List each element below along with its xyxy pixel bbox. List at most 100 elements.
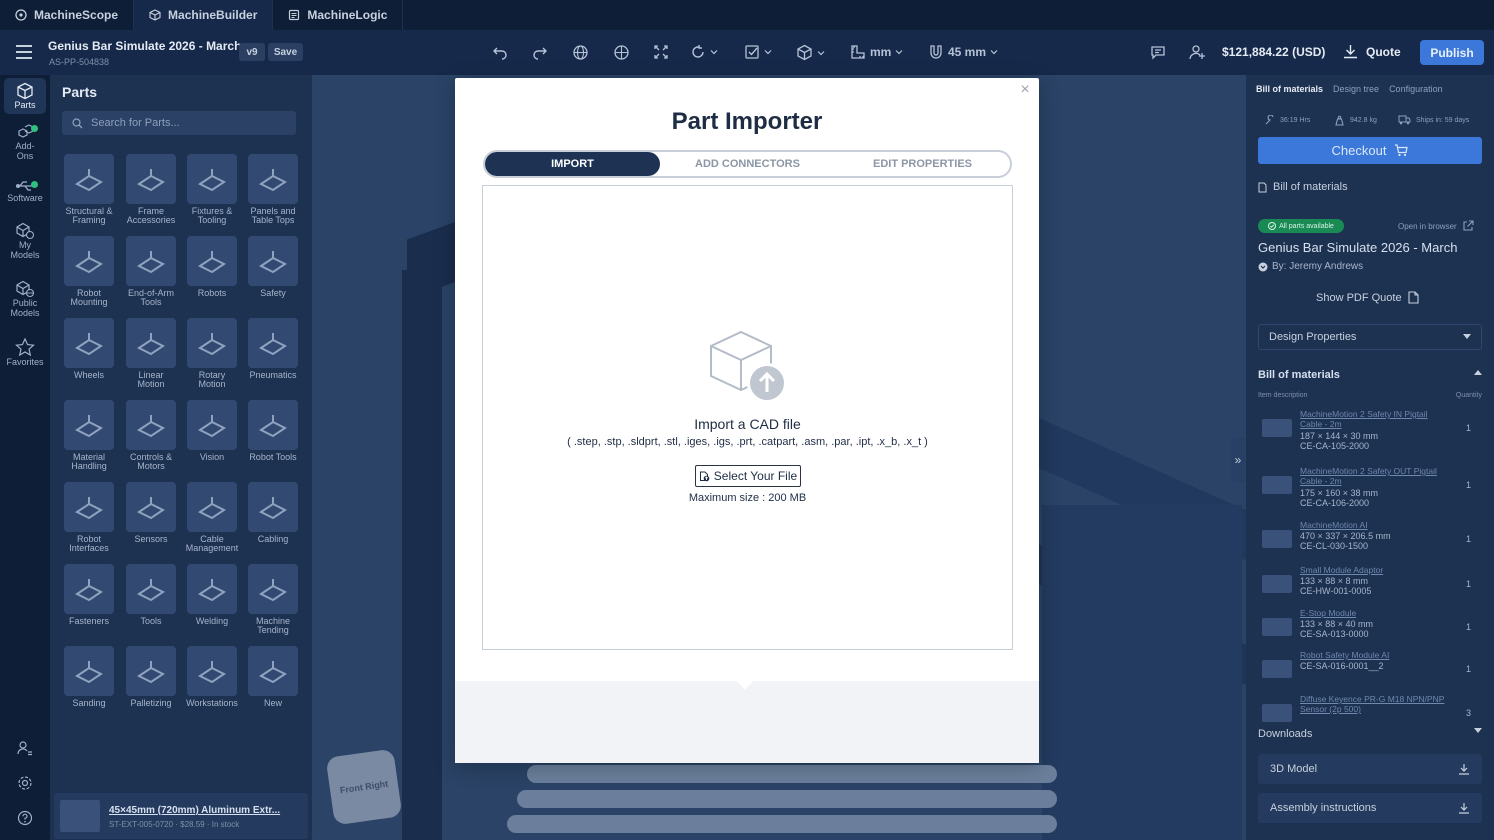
category-tile[interactable]: End-of-Arm Tools bbox=[123, 236, 179, 307]
category-tile[interactable]: Frame Accessories bbox=[123, 154, 179, 225]
download-3d-model-button[interactable]: 3D Model bbox=[1258, 754, 1482, 784]
tab-machinescope[interactable]: MachineScope bbox=[0, 0, 135, 30]
undo-icon[interactable] bbox=[492, 44, 508, 60]
pan-icon[interactable] bbox=[613, 44, 630, 61]
bom-item-code: CE-CA-105-2000 bbox=[1300, 441, 1370, 451]
select-tool-dropdown[interactable] bbox=[744, 44, 772, 60]
quote-button[interactable]: Quote bbox=[1343, 44, 1401, 59]
bom-item-name[interactable]: Small Module Adaptor bbox=[1300, 565, 1450, 575]
category-label: Robot Mounting bbox=[70, 288, 108, 307]
design-title[interactable]: Genius Bar Simulate 2026 - March bbox=[48, 39, 241, 53]
category-tile[interactable]: Fixtures & Tooling bbox=[184, 154, 240, 225]
category-tile[interactable]: Vision bbox=[184, 400, 240, 462]
settings-gear-icon[interactable] bbox=[4, 775, 46, 795]
show-pdf-quote-button[interactable]: Show PDF Quote bbox=[1316, 291, 1419, 304]
category-tile[interactable]: Robot Mounting bbox=[61, 236, 117, 307]
recent-part-card[interactable]: 45×45mm (720mm) Aluminum Extr... ST-EXT-… bbox=[54, 793, 308, 839]
tab-add-connectors[interactable]: ADD CONNECTORS bbox=[660, 152, 835, 176]
bom-link[interactable]: Bill of materials bbox=[1258, 181, 1348, 193]
category-tile[interactable]: Robot Interfaces bbox=[61, 482, 117, 553]
category-thumbnail bbox=[248, 318, 298, 368]
category-tile[interactable]: Tools bbox=[123, 564, 179, 626]
tab-bill-of-materials[interactable]: Bill of materials bbox=[1256, 84, 1323, 94]
weight-stat: 942.8 kg bbox=[1334, 115, 1377, 126]
tab-design-tree[interactable]: Design tree bbox=[1333, 84, 1379, 94]
category-tile[interactable]: Machine Tending bbox=[245, 564, 301, 635]
rail-item-public-models[interactable]: Public Models bbox=[4, 280, 46, 324]
category-tile[interactable]: New bbox=[245, 646, 301, 708]
bom-item-name[interactable]: Robot Safety Module AI bbox=[1300, 650, 1450, 660]
category-tile[interactable]: Robots bbox=[184, 236, 240, 298]
category-label: Vision bbox=[199, 452, 225, 462]
select-file-button[interactable]: Select Your File bbox=[695, 465, 801, 487]
category-tile[interactable]: Welding bbox=[184, 564, 240, 626]
rail-item-parts[interactable]: Parts bbox=[4, 78, 46, 114]
tab-machinelogic[interactable]: MachineLogic bbox=[273, 0, 404, 30]
category-tile[interactable]: Sensors bbox=[123, 482, 179, 544]
category-tile[interactable]: Controls & Motors bbox=[123, 400, 179, 471]
tab-machinebuilder[interactable]: MachineBuilder bbox=[134, 0, 274, 30]
comment-icon[interactable] bbox=[1150, 44, 1166, 60]
download-assembly-button[interactable]: Assembly instructions bbox=[1258, 793, 1482, 823]
category-tile[interactable]: Rotary Motion bbox=[184, 318, 240, 389]
file-drop-zone[interactable]: Import a CAD file ( .step, .stp, .sldprt… bbox=[482, 185, 1013, 650]
tab-label: MachineBuilder bbox=[168, 8, 258, 22]
rail-item-favorites[interactable]: Favorites bbox=[4, 338, 46, 372]
rotate-tool-dropdown[interactable] bbox=[690, 44, 718, 60]
rail-item-my-models[interactable]: My Models bbox=[4, 222, 46, 266]
downloads-header[interactable]: Downloads bbox=[1258, 728, 1482, 740]
category-tile[interactable]: Palletizing bbox=[123, 646, 179, 708]
document-icon bbox=[1258, 182, 1267, 193]
parts-search[interactable] bbox=[62, 111, 296, 135]
category-tile[interactable]: Structural & Framing bbox=[61, 154, 117, 225]
close-icon[interactable]: × bbox=[1017, 82, 1033, 98]
fit-view-icon[interactable] bbox=[653, 44, 669, 60]
category-tile[interactable]: Fasteners bbox=[61, 564, 117, 626]
category-tile[interactable]: Cable Management bbox=[184, 482, 240, 553]
version-badge[interactable]: v9 bbox=[239, 43, 265, 61]
category-thumbnail bbox=[126, 236, 176, 286]
menu-icon[interactable] bbox=[16, 45, 32, 59]
tab-edit-properties[interactable]: EDIT PROPERTIES bbox=[835, 152, 1010, 176]
recent-part-name[interactable]: 45×45mm (720mm) Aluminum Extr... bbox=[109, 805, 280, 816]
parts-icon bbox=[16, 82, 34, 100]
bom-item-name[interactable]: MachineMotion AI bbox=[1300, 520, 1450, 530]
open-in-browser-link[interactable]: Open in browser bbox=[1398, 220, 1474, 232]
category-tile[interactable]: Panels and Table Tops bbox=[245, 154, 301, 225]
category-tile[interactable]: Sanding bbox=[61, 646, 117, 708]
design-properties-dropdown[interactable]: Design Properties bbox=[1258, 324, 1482, 350]
expand-right-panel-button[interactable]: » bbox=[1231, 438, 1245, 482]
rail-item-addons[interactable]: Add- Ons bbox=[4, 123, 46, 167]
category-tile[interactable]: Cabling bbox=[245, 482, 301, 544]
account-icon[interactable] bbox=[4, 740, 46, 760]
checkout-button[interactable]: Checkout bbox=[1258, 137, 1482, 164]
save-button[interactable]: Save bbox=[268, 43, 303, 61]
category-tile[interactable]: Wheels bbox=[61, 318, 117, 380]
bom-item-name[interactable]: E-Stop Module bbox=[1300, 608, 1450, 618]
search-input[interactable] bbox=[91, 117, 281, 129]
redo-icon[interactable] bbox=[532, 44, 548, 60]
view-mode-dropdown[interactable] bbox=[796, 44, 825, 61]
rail-item-software[interactable]: Software bbox=[4, 179, 46, 211]
help-icon[interactable] bbox=[4, 810, 46, 830]
tab-configuration[interactable]: Configuration bbox=[1389, 84, 1443, 94]
orbit-icon[interactable] bbox=[572, 44, 589, 61]
main-toolbar: Genius Bar Simulate 2026 - March AS-PP-5… bbox=[0, 30, 1494, 75]
download-assembly-label: Assembly instructions bbox=[1270, 802, 1377, 814]
category-tile[interactable]: Robot Tools bbox=[245, 400, 301, 462]
category-tile[interactable]: Workstations bbox=[184, 646, 240, 708]
category-tile[interactable]: Linear Motion bbox=[123, 318, 179, 389]
bom-item-name[interactable]: Diffuse Keyence PR-G M18 NPN/PNP Sensor … bbox=[1300, 694, 1450, 714]
publish-button[interactable]: Publish bbox=[1420, 40, 1484, 65]
snap-dropdown[interactable]: 45 mm bbox=[928, 44, 998, 60]
bom-item-name[interactable]: MachineMotion 2 Safety IN Pigtail Cable … bbox=[1300, 409, 1450, 429]
category-tile[interactable]: Pneumatics bbox=[245, 318, 301, 380]
category-tile[interactable]: Material Handling bbox=[61, 400, 117, 471]
bom-header[interactable]: Bill of materials bbox=[1258, 369, 1482, 381]
share-user-icon[interactable] bbox=[1189, 44, 1206, 60]
category-tile[interactable]: Safety bbox=[245, 236, 301, 298]
view-cube[interactable]: Front Right bbox=[325, 748, 403, 826]
tab-import[interactable]: IMPORT bbox=[485, 152, 660, 176]
bom-item-name[interactable]: MachineMotion 2 Safety OUT Pigtail Cable… bbox=[1300, 466, 1450, 486]
units-dropdown[interactable]: mm bbox=[850, 44, 903, 60]
